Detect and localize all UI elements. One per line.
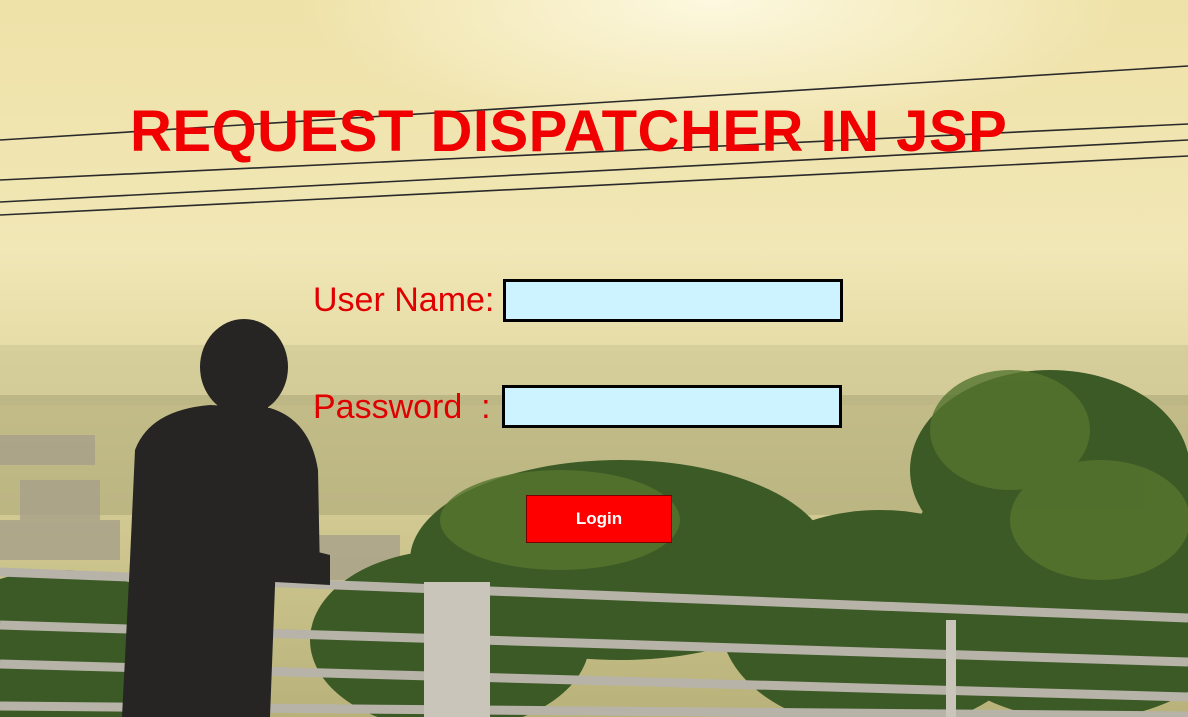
username-label: User Name:	[313, 281, 495, 319]
password-input[interactable]	[502, 385, 842, 428]
login-button[interactable]: Login	[526, 495, 672, 543]
password-label: Password :	[313, 388, 491, 426]
username-input[interactable]	[503, 279, 843, 322]
page-title: REQUEST DISPATCHER IN JSP	[130, 99, 1008, 164]
